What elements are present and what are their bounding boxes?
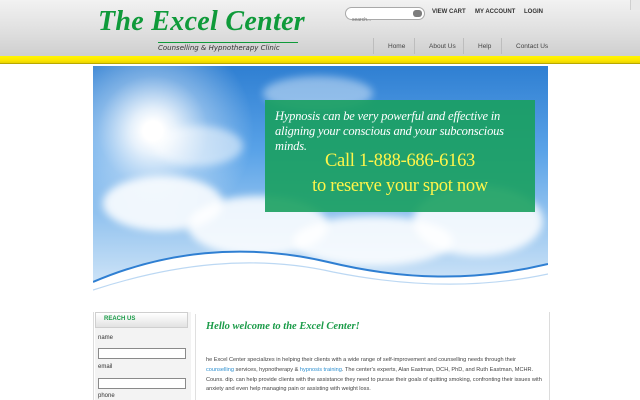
promo-headline: Hypnosis can be very powerful and effect… <box>275 109 504 153</box>
nav-divider <box>414 38 415 54</box>
hypnosis-training-link[interactable]: hypnosis training <box>300 367 342 373</box>
counselling-link[interactable]: counselling <box>206 367 234 373</box>
email-label: email <box>98 364 113 370</box>
nav-about-us[interactable]: About Us <box>429 43 456 50</box>
phone-label: phone <box>98 393 115 399</box>
reach-us-title: REACH US <box>104 316 136 322</box>
site-tagline: Counselling & Hypnotherapy Clinic <box>158 42 298 52</box>
nav-divider <box>463 38 464 54</box>
promo-box: Hypnosis can be very powerful and effect… <box>265 100 535 212</box>
intro-text-part: services, hypnotherapy & <box>234 366 300 373</box>
scrollbar-up-arrow[interactable] <box>630 0 640 10</box>
nav-divider <box>373 38 374 54</box>
site-logo[interactable]: The Excel Center <box>98 6 305 38</box>
search-box[interactable] <box>345 7 425 26</box>
column-divider <box>195 314 196 400</box>
nav-help[interactable]: Help <box>478 43 491 50</box>
hero-banner: Hypnosis can be very powerful and effect… <box>93 66 548 312</box>
login-link[interactable]: LOGIN <box>524 9 543 15</box>
promo-cta: to reserve your spot now <box>312 176 488 196</box>
intro-paragraph: he Excel Center specializes in helping t… <box>206 356 542 395</box>
name-label: name <box>98 335 114 341</box>
header-accent-bar <box>0 56 640 64</box>
promo-phone[interactable]: Call 1-888-686-6163 <box>265 150 535 172</box>
reach-us-tab: REACH US <box>95 312 188 328</box>
email-field[interactable] <box>98 378 186 389</box>
welcome-heading: Hello welcome to the Excel Center! <box>206 321 360 332</box>
site-header: The Excel Center Counselling & Hypnother… <box>0 0 640 56</box>
search-input[interactable] <box>346 14 414 26</box>
nav-divider <box>501 38 502 54</box>
nav-contact-us[interactable]: Contact Us <box>516 43 548 50</box>
my-account-link[interactable]: MY ACCOUNT <box>475 9 515 15</box>
right-margin <box>548 66 640 400</box>
intro-text-part: he Excel Center specializes in helping t… <box>206 357 517 363</box>
wave-divider <box>93 250 548 312</box>
view-cart-link[interactable]: VIEW CART <box>432 9 466 15</box>
name-field[interactable] <box>98 348 186 359</box>
search-icon[interactable] <box>413 10 422 17</box>
cloud <box>153 126 243 166</box>
nav-home[interactable]: Home <box>388 43 405 50</box>
